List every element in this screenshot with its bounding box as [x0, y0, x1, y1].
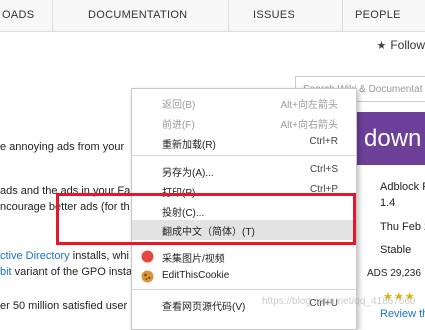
red-highlight-box — [56, 193, 356, 245]
menu-item-reload[interactable]: 重新加载(R) Ctrl+R — [132, 133, 356, 153]
menu-item-forward[interactable]: 前进(F) Alt+向右箭头 — [132, 113, 356, 133]
review-link[interactable]: Review th — [380, 308, 425, 320]
description-line: ctive Directory installs, whi — [0, 250, 129, 262]
nav-divider — [52, 0, 53, 31]
menu-item-save-as[interactable]: 另存为(A)... Ctrl+S — [132, 161, 356, 181]
top-nav: OADS DOCUMENTATION ISSUES PEOPLE — [0, 0, 425, 32]
release-channel: Stable — [380, 244, 412, 256]
nav-item-downloads[interactable]: OADS — [2, 0, 34, 31]
nav-divider — [342, 0, 343, 31]
nav-item-documentation[interactable]: DOCUMENTATION — [88, 0, 187, 31]
download-banner[interactable]: down — [356, 112, 425, 165]
follow-label: Follow — [390, 38, 425, 52]
extension-name: Adblock P — [380, 181, 425, 193]
red-circle-extension-icon — [141, 250, 154, 263]
nav-item-people[interactable]: PEOPLE — [355, 0, 401, 31]
menu-item-editthiscookie[interactable]: EditThisCookie — [132, 267, 356, 287]
nav-item-issues[interactable]: ISSUES — [253, 0, 295, 31]
description-line: e annoying ads from your — [0, 141, 125, 153]
menu-divider — [132, 289, 356, 290]
cookie-icon — [141, 270, 154, 283]
watermark: https://blog.csdn.net/qq_41867660 — [262, 296, 416, 307]
follow-button[interactable]: ★ Follow — [376, 38, 425, 52]
active-directory-link[interactable]: ctive Directory — [0, 250, 70, 262]
star-icon: ★ — [376, 40, 387, 52]
bit-variant-link[interactable]: bit — [0, 266, 12, 278]
menu-divider — [132, 155, 356, 156]
description-line: bit variant of the GPO insta — [0, 266, 133, 278]
download-count: ADS 29,236 — [367, 268, 421, 279]
extension-version: 1.4 — [380, 197, 396, 209]
description-line: er 50 million satisfied user — [0, 300, 128, 312]
release-date: Thu Feb 2 — [380, 221, 425, 233]
menu-item-back[interactable]: 返回(B) Alt+向左箭头 — [132, 93, 356, 113]
nav-divider — [228, 0, 229, 31]
menu-item-capture-media[interactable]: 采集图片/视频 — [132, 247, 356, 267]
